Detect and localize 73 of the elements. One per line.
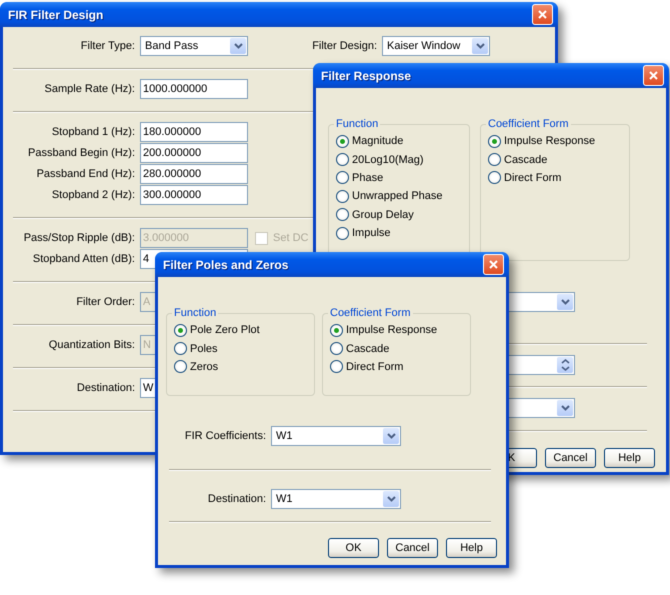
radio-button[interactable] [336,171,349,184]
group-title: Coefficient Form [487,118,570,130]
radio-label[interactable]: Impulse Response [504,135,596,148]
close-icon [538,10,547,19]
radio-label[interactable]: Impulse Response [346,324,438,336]
field-label: Passband End (Hz): [36,168,135,180]
group-title: Function [173,307,218,319]
field-label: Stopband 1 (Hz): [50,126,135,138]
radio-label[interactable]: Pole Zero Plot [190,324,260,336]
field-label: Pass/Stop Ripple (dB): [22,232,135,244]
radio-button[interactable] [336,134,349,148]
combo-box[interactable]: Kaiser Window [382,36,490,56]
spinner-arrows-icon [557,357,573,373]
radio-label[interactable]: Direct Form [346,360,404,373]
dialog-button[interactable]: OK [328,538,379,558]
checkbox-label: Set DC [273,232,308,244]
radio-label[interactable]: Phase [352,172,384,184]
window-title: FIR Filter Design [8,8,104,22]
close-icon [649,71,658,80]
group-title: Coefficient Form [329,307,412,319]
text-field[interactable]: 280.000000 [140,164,248,184]
combo-box[interactable]: Band Pass [140,36,248,56]
radio-button[interactable] [488,171,501,184]
radio-button[interactable] [336,208,349,222]
window-title: Filter Poles and Zeros [163,258,288,272]
radio-button[interactable] [174,342,187,356]
radio-button[interactable] [330,360,343,374]
radio-label[interactable]: 20Log10(Mag) [352,154,424,166]
dialog-button[interactable]: Help [446,538,497,558]
close-button[interactable] [643,65,664,86]
radio-label[interactable]: Poles [190,342,218,355]
close-button[interactable] [532,4,553,25]
combo-box[interactable]: W1 [271,489,401,509]
dialog-button[interactable]: Help [604,448,655,468]
text-field[interactable]: 200.000000 [140,143,248,163]
field-label: Stopband 2 (Hz): [50,189,135,201]
field-label: FIR Coefficients: [184,430,266,442]
radio-button[interactable] [330,342,343,356]
radio-label[interactable]: Group Delay [352,208,414,221]
dialog-button[interactable]: Cancel [387,538,438,558]
radio-button[interactable] [488,153,501,166]
radio-label[interactable]: Unwrapped Phase [352,190,443,202]
radio-button[interactable] [336,153,349,166]
field-label: Sample Rate (Hz): [44,83,135,95]
radio-button[interactable] [336,190,349,203]
field-label: Passband Begin (Hz): [27,147,135,159]
field-label: Stopband Atten (dB): [32,253,135,265]
radio-button[interactable] [330,324,343,337]
radio-button[interactable] [174,324,187,337]
radio-label[interactable]: Magnitude [352,135,404,148]
radio-label[interactable]: Direct Form [504,172,562,184]
field-label: Filter Design: [311,40,377,52]
text-field[interactable]: 180.000000 [140,122,248,142]
radio-label[interactable]: Impulse [352,227,391,240]
group-title: Function [335,118,380,130]
text-field[interactable]: 1000.000000 [140,79,248,99]
text-field[interactable]: 300.000000 [140,185,248,205]
radio-button[interactable] [488,134,501,148]
field-label: Destination: [206,493,266,505]
radio-button[interactable] [336,226,349,240]
dialog-button[interactable]: Cancel [545,448,596,468]
combo-box[interactable]: W1 [271,426,401,446]
radio-label[interactable]: Cascade [346,342,390,355]
field-label: Destination: [76,382,135,394]
radio-label[interactable]: Zeros [190,360,218,373]
field-label: Quantization Bits: [48,339,135,351]
radio-label[interactable]: Cascade [504,154,548,166]
field-label: Filter Type: [80,40,135,52]
close-button[interactable] [483,254,504,275]
window-title: Filter Response [321,68,412,82]
field-label: Filter Order: [75,296,135,308]
radio-button[interactable] [174,360,187,374]
close-icon [489,260,498,269]
